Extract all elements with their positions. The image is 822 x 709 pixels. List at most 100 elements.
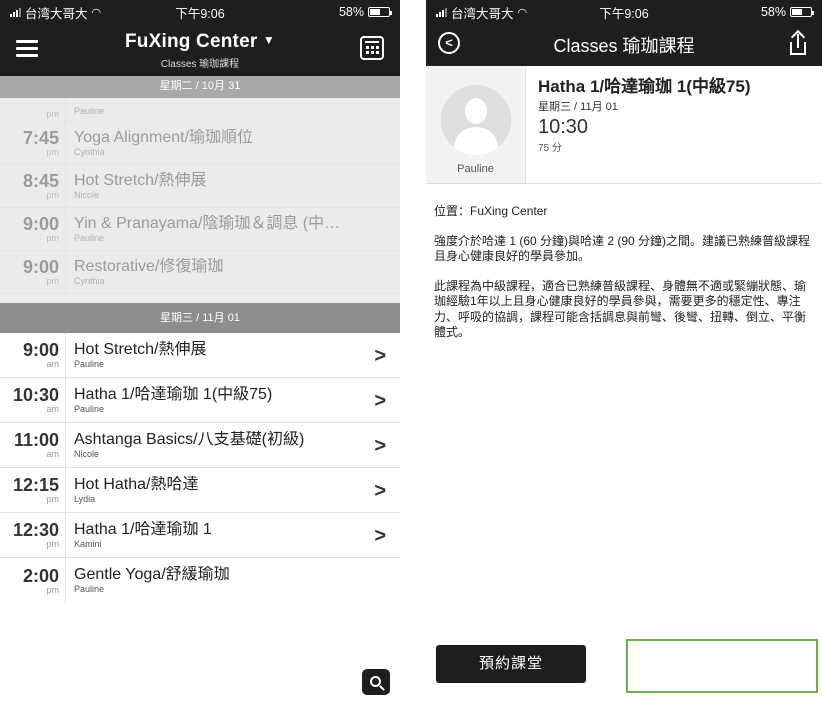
menu-icon[interactable] [16,40,38,58]
top-bar: 台湾大哥大 ◠ 下午9:06 58% FuXing Center ▼ Class… [0,0,400,76]
class-row: 7:45 pm Yoga Alignment/瑜珈順位 Cynthia [0,122,400,165]
class-time: 10:30 [12,385,59,405]
dropdown-caret-icon: ▼ [262,32,275,47]
detail-header: < Classes 瑜珈課程 [426,24,822,66]
share-icon[interactable] [788,29,808,55]
class-name: Hot Stretch/熱伸展 [74,171,207,189]
carrier-name: 台湾大哥大 [451,6,514,21]
schedule-screen: 台湾大哥大 ◠ 下午9:06 58% FuXing Center ▼ Class… [0,0,400,709]
avatar [440,85,511,155]
class-ampm: pm [46,190,59,200]
class-row[interactable]: 9:00 am Hot Stretch/熱伸展 Pauline > [0,333,400,378]
class-ampm: pm [46,539,59,549]
carrier: 台湾大哥大 ◠ [436,3,527,22]
status-bar: 台湾大哥大 ◠ 下午9:06 58% [426,0,822,24]
class-time: 12:15 [12,475,59,495]
calendar-icon[interactable] [360,36,384,60]
battery: 58% [760,5,814,19]
class-name: Yoga Alignment/瑜珈順位 [74,128,254,146]
class-time: 9:00 [22,257,59,277]
chevron-right-icon[interactable]: > [374,435,386,458]
class-row[interactable]: 2:00 pm Gentle Yoga/舒緩瑜珈 Pauline [0,558,400,603]
chevron-right-icon[interactable]: > [374,480,386,503]
class-row[interactable]: 11:00 am Ashtanga Basics/八支基礎(初級) Nicole > [0,423,400,468]
teacher-name: Pauline [457,163,494,175]
signal-icon [436,7,447,17]
class-name: Yin & Pranayama/陰瑜珈＆調息 (中… [74,214,341,232]
class-ampm: pm [46,233,59,243]
chevron-right-icon[interactable]: > [374,525,386,548]
back-icon[interactable]: < [438,32,460,54]
class-row: 8:45 pm Hot Stretch/熱伸展 Nicole [0,165,400,208]
class-row: pm Pauline [0,98,400,122]
day-header: 星期二 / 10月 31 [0,76,400,98]
book-class-button[interactable]: 預約課堂 [436,645,586,683]
class-teacher: Kamini [74,538,102,549]
battery-percent: 58% [760,5,786,19]
header-subtitle: Classes 瑜珈課程 [160,58,240,70]
class-duration: 75 分 [538,143,562,154]
battery-icon [368,7,392,17]
class-teacher: Pauline [74,106,105,116]
highlight-box [626,639,818,693]
class-summary: Hatha 1/哈達瑜珈 1(中級75) 星期三 / 11月 01 10:30 … [526,66,751,183]
class-ampm: pm [46,494,59,504]
class-ampm: pm [46,584,59,595]
section-gap [0,294,400,303]
class-teacher: Pauline [74,358,105,369]
wifi-icon: ◠ [91,6,102,19]
description-paragraph: 此課程為中級課程，適合已熟練普級課程、身體無不適或緊繃狀態、瑜珈經驗1年以上且身… [434,278,807,340]
class-time: 8:45 [22,171,59,191]
wifi-icon: ◠ [517,6,528,19]
class-ampm: am [46,449,59,459]
class-time: 2:00 [22,565,59,586]
battery-icon [790,7,814,17]
class-row: 9:00 pm Restorative/修復瑜珈 Cynthia [0,251,400,294]
class-name: Hot Hatha/熱哈達 [74,475,199,493]
search-icon [369,675,381,687]
header-title: Classes 瑜珈課程 [553,36,695,56]
class-teacher: Cynthia [74,275,105,286]
class-ampm: pm [46,109,59,119]
class-teacher: Lydia [74,493,96,504]
carrier: 台湾大哥大 ◠ [10,3,101,22]
description-paragraph: 強度介於哈達 1 (60 分鐘)與哈達 2 (90 分鐘)之間。建議已熟練普級課… [434,233,811,264]
carrier-name: 台湾大哥大 [25,6,88,21]
class-time: 7:45 [22,128,59,148]
class-teacher: Pauline [74,403,105,414]
class-title: Hatha 1/哈達瑜珈 1(中級75) [538,77,751,96]
class-name: Gentle Yoga/舒緩瑜珈 [74,566,230,583]
class-ampm: pm [46,276,59,286]
class-name: Ashtanga Basics/八支基礎(初級) [74,430,305,448]
class-teacher: Cynthia [74,146,105,157]
class-time: 11:00 [13,430,59,450]
class-ampm: am [46,359,59,369]
header-title: FuXing Center [125,30,258,52]
signal-icon [10,7,21,17]
class-teacher: Pauline [74,584,105,594]
search-button[interactable] [362,669,390,695]
location-selector[interactable]: FuXing Center ▼ Classes 瑜珈課程 [0,31,400,70]
class-name: Hatha 1/哈達瑜珈 1(中級75) [74,385,273,403]
class-card: Pauline Hatha 1/哈達瑜珈 1(中級75) 星期三 / 11月 0… [426,66,822,184]
class-row[interactable]: 10:30 am Hatha 1/哈達瑜珈 1(中級75) Pauline > [0,378,400,423]
battery: 58% [338,5,392,19]
class-name: Hot Stretch/熱伸展 [74,340,207,358]
app-header: FuXing Center ▼ Classes 瑜珈課程 [0,24,400,76]
class-row[interactable]: 12:15 pm Hot Hatha/熱哈達 Lydia > [0,468,400,513]
class-name: Restorative/修復瑜珈 [74,257,224,275]
status-bar: 台湾大哥大 ◠ 下午9:06 58% [0,0,400,24]
battery-percent: 58% [338,5,364,19]
chevron-right-icon[interactable]: > [374,390,386,413]
class-list[interactable]: 星期二 / 10月 31 pm Pauline 7:45 pm Yoga Alig… [0,76,400,603]
day-header: 星期三 / 11月 01 [0,303,400,333]
class-description: 位置：FuXing Center 強度介於哈達 1 (60 分鐘)與哈達 2 (… [426,184,822,341]
class-row[interactable]: 12:30 pm Hatha 1/哈達瑜珈 1 Kamini > [0,513,400,558]
class-location: 位置：FuXing Center [434,204,548,218]
chevron-right-icon[interactable]: > [374,345,386,368]
class-teacher: Nicole [74,189,100,200]
class-ampm: pm [46,147,59,157]
class-time: 10:30 [538,116,589,138]
class-teacher: Pauline [74,232,105,243]
top-bar: 台湾大哥大 ◠ 下午9:06 58% < Classes 瑜珈課程 [426,0,822,66]
